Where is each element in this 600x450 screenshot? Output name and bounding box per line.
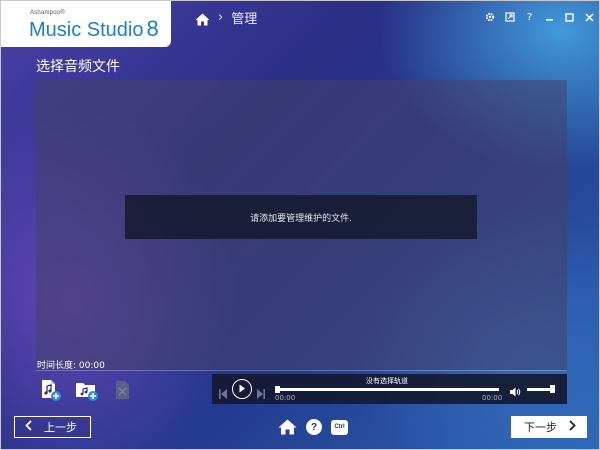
empty-message-text: 请添加要管理维护的文件. <box>250 213 352 224</box>
divider <box>36 370 567 371</box>
title-bar: Ashampoo® Music Studio 8 › 管理 ? <box>1 1 600 47</box>
footer-tools: ? Ctrl <box>278 418 348 436</box>
progress-bar[interactable] <box>275 388 499 391</box>
app-window: Ashampoo® Music Studio 8 › 管理 ? 选择音频文件 请… <box>0 0 600 450</box>
file-toolbar <box>39 377 135 403</box>
file-list-panel[interactable]: 请添加要管理维护的文件. <box>36 80 567 370</box>
breadcrumb-separator: › <box>218 9 224 25</box>
logo-name: Music Studio <box>29 19 144 41</box>
window-controls: ? <box>484 9 595 25</box>
next-track-icon[interactable] <box>257 384 265 399</box>
next-step-button[interactable]: 下一步 <box>511 416 587 438</box>
help-button[interactable]: ? <box>306 419 322 435</box>
track-label: 没有选择轨道 <box>366 377 408 385</box>
help-icon[interactable]: ? <box>524 11 535 23</box>
logo-version: 8 <box>146 16 159 41</box>
chevron-right-icon <box>569 420 576 434</box>
gear-icon[interactable] <box>484 11 495 23</box>
logo-product: Music Studio 8 <box>29 16 159 42</box>
app-logo: Ashampoo® Music Studio 8 <box>1 1 171 47</box>
ctrl-shortcut-button[interactable]: Ctrl <box>331 419 348 435</box>
time-elapsed: 00:00 <box>275 394 296 402</box>
home-footer-icon[interactable] <box>278 419 297 435</box>
audio-player: 没有选择轨道 00:00 00:00 <box>212 374 567 404</box>
add-file-icon[interactable] <box>39 378 63 402</box>
add-folder-icon[interactable] <box>75 378 99 402</box>
previous-step-button[interactable]: 上一步 <box>14 416 91 438</box>
maximize-icon[interactable] <box>564 11 575 23</box>
previous-step-label: 上一步 <box>44 421 77 434</box>
volume-icon[interactable] <box>509 383 521 397</box>
time-total: 00:00 <box>482 394 503 402</box>
next-step-label: 下一步 <box>524 421 557 434</box>
close-icon[interactable] <box>584 11 595 23</box>
home-icon[interactable] <box>195 11 210 25</box>
breadcrumb-current: 管理 <box>231 11 258 27</box>
empty-message: 请添加要管理维护的文件. <box>125 195 477 239</box>
progress-knob[interactable] <box>275 386 280 393</box>
volume-knob[interactable] <box>550 385 555 393</box>
chevron-left-icon <box>25 420 32 434</box>
page-title: 选择音频文件 <box>36 59 120 75</box>
previous-track-icon[interactable] <box>219 384 227 399</box>
breadcrumb: › 管理 <box>195 7 257 27</box>
play-button[interactable] <box>232 379 252 399</box>
remove-file-icon[interactable] <box>111 378 135 402</box>
export-icon[interactable] <box>504 11 515 23</box>
minimize-icon[interactable] <box>544 11 555 23</box>
